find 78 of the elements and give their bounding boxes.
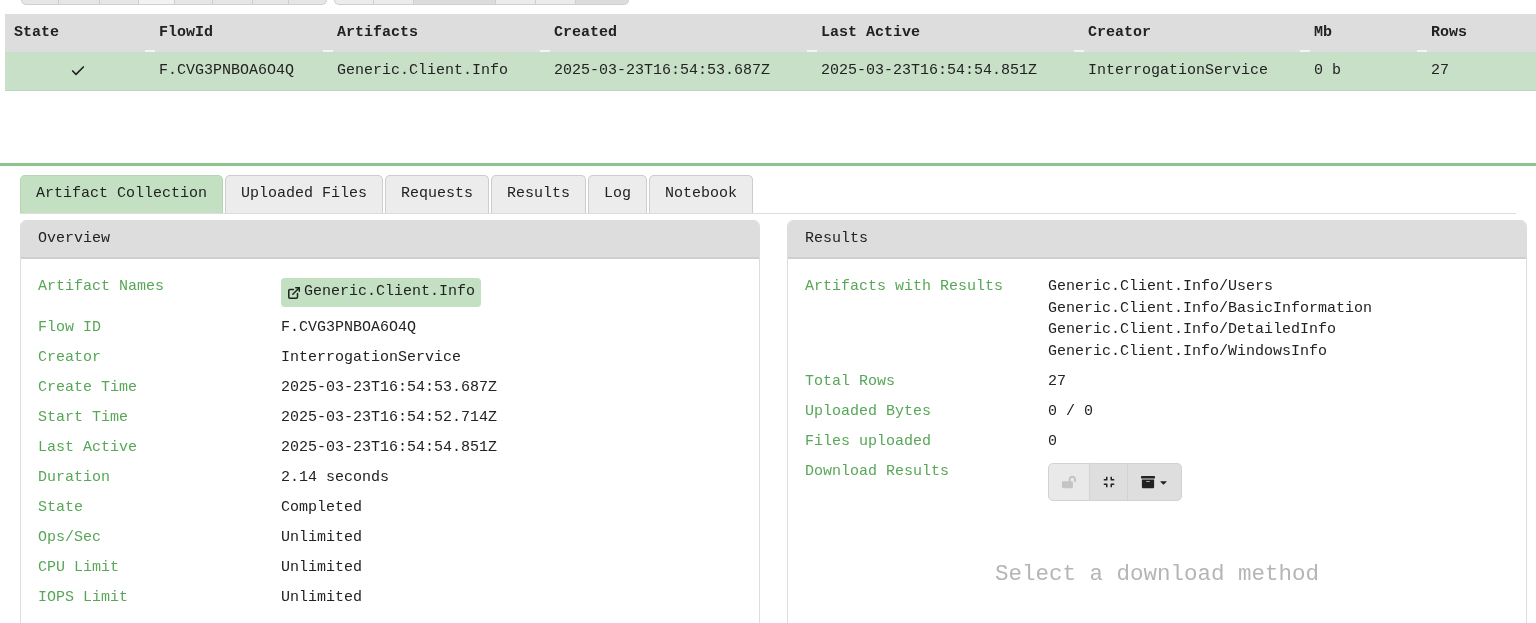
column-header[interactable]: State [14,21,59,45]
field-value: Generic.Client.Info/BasicInformation [1048,298,1373,319]
field-label: CPU Limit [38,558,120,578]
field-label: Start Time [38,408,129,428]
column-header[interactable]: FlowId [159,21,213,45]
field-label: Duration [38,468,111,488]
tab[interactable]: Log [588,175,648,213]
tab[interactable]: Requests [385,175,490,213]
tab[interactable]: Notebook [649,175,754,213]
tab[interactable]: Uploaded Files [225,175,384,213]
toolbar-button[interactable] [100,0,139,5]
artifact-link-button[interactable]: Generic.Client.Info [281,278,482,307]
field-value: 2025-03-23T16:54:53.687Z [281,378,498,398]
field-value: 0 [1048,432,1057,452]
toolbar-button[interactable] [414,0,496,5]
field-label: Last Active [38,438,139,458]
panel-title: Results [805,228,868,249]
toolbar-button[interactable] [334,0,374,5]
toolbar-button[interactable] [536,0,576,5]
field-value: Completed [281,498,362,518]
archive-icon [1140,475,1155,489]
panel-title: Overview [38,228,110,249]
compress-icon [1102,476,1115,488]
toolbar-button[interactable] [175,0,213,5]
table-cell-text: 2025-03-23T16:54:53.687Z [554,60,771,81]
field-value: Generic.Client.Info/WindowsInfo [1048,341,1329,362]
column-header[interactable]: Mb [1314,21,1332,45]
field-value: 0 / 0 [1048,402,1093,422]
table-cell-text: 0 b [1314,60,1341,81]
toolbar-button[interactable] [139,0,175,5]
field-value: Generic.Client.Info/DetailedInfo [1048,320,1338,340]
field-value: Generic.Client.Info/Users [1048,277,1275,297]
toolbar-button[interactable] [59,0,100,5]
field-label: IOPS Limit [38,588,129,608]
toolbar-button[interactable] [496,0,536,5]
field-label: Create Time [38,378,139,398]
field-value: 27 [1048,372,1066,392]
table-cell-text: Generic.Client.Info [337,60,509,81]
toolbar-button[interactable] [289,0,327,5]
table-cell-text: 2025-03-23T16:54:54.851Z [821,60,1038,81]
table-cell-text: InterrogationService [1088,60,1269,81]
tab[interactable]: Artifact Collection [20,175,224,213]
column-header[interactable]: Creator [1088,21,1151,45]
column-header[interactable]: Rows [1431,21,1467,45]
toolbar-button[interactable] [21,0,59,5]
table-cell-text: F.CVG3PNBOA6O4Q [159,60,295,81]
field-label: Ops/Sec [38,528,102,548]
unlock-icon [1062,475,1076,489]
field-value: 2025-03-23T16:54:54.851Z [281,438,498,458]
toolbar-button[interactable] [213,0,253,5]
download-hint: Select a download method [994,560,1320,589]
toolbar-button[interactable] [253,0,289,5]
field-label: State [38,498,84,518]
field-value: F.CVG3PNBOA6O4Q [281,318,417,338]
field-value: Unlimited [281,588,362,608]
field-value: InterrogationService [281,348,462,368]
download-option-button[interactable] [1128,463,1182,501]
field-label: Files uploaded [805,432,933,452]
field-value: 2.14 seconds [281,468,390,488]
field-label: Creator [38,348,102,368]
field-label: Download Results [805,462,951,482]
field-value: 2025-03-23T16:54:52.714Z [281,408,498,428]
field-label: Artifacts with Results [805,277,1005,297]
column-header[interactable]: Last Active [821,21,921,45]
table-row[interactable]: F.CVG3PNBOA6O4Q Generic.Client.Info 2025-03-23T16:54:53.687Z 2025-03-23T16:54:54.851Z InterrogationService 0 b 27 [5,52,1536,91]
field-value: Unlimited [281,558,362,578]
column-header[interactable]: Artifacts [337,21,418,45]
toolbar-button[interactable] [576,0,629,5]
field-label: Flow ID [38,318,102,338]
table-cell-text: 27 [1431,60,1449,81]
tab[interactable]: Results [491,175,587,213]
field-label: Uploaded Bytes [805,402,933,422]
toolbar-button[interactable] [374,0,414,5]
column-header[interactable]: Created [554,21,617,45]
external-link-icon [287,285,301,300]
field-label: Total Rows [805,372,896,392]
field-label: Artifact Names [38,277,166,297]
field-value: Unlimited [281,528,362,548]
